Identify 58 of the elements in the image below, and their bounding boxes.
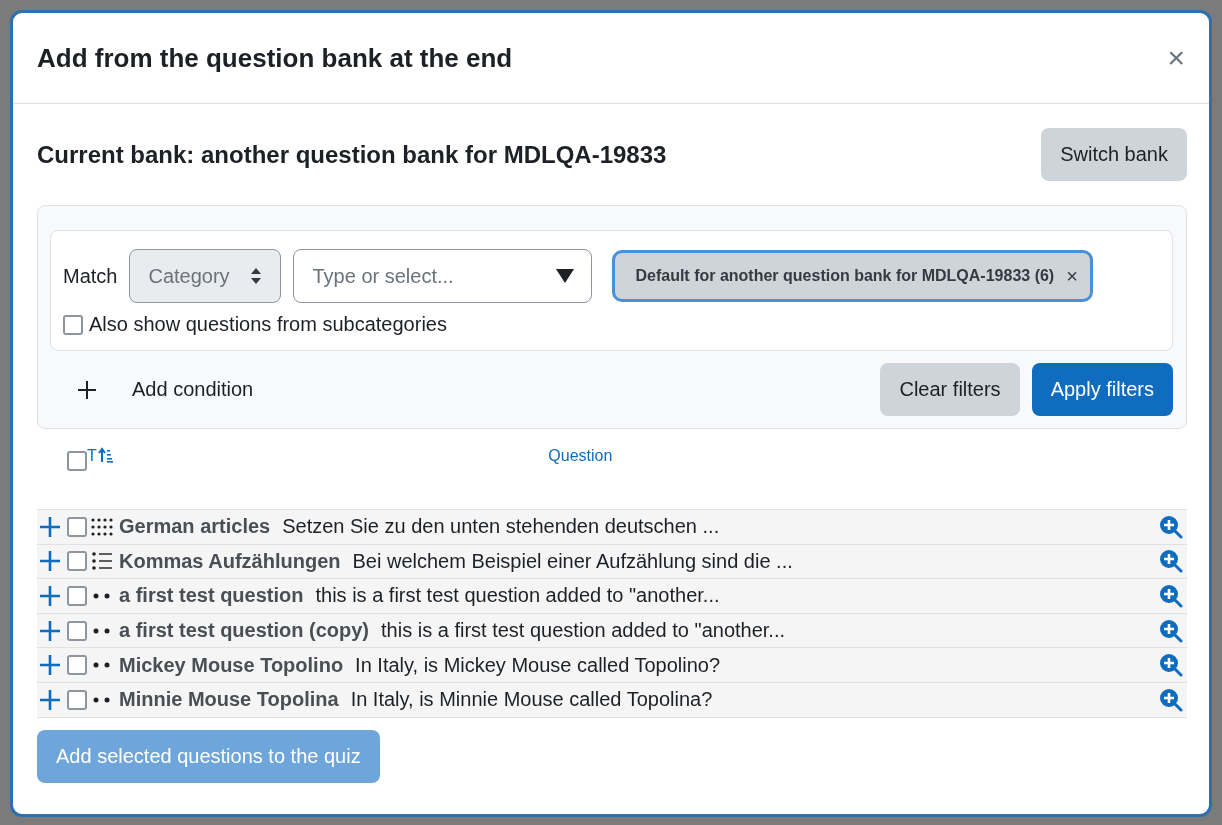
row-checkbox[interactable] xyxy=(67,689,87,710)
preview-button[interactable] xyxy=(1159,653,1183,678)
clear-filters-button[interactable]: Clear filters xyxy=(880,363,1020,416)
question-name: German articles xyxy=(119,515,271,539)
question-text: this is a first test question added to "another... xyxy=(315,584,720,608)
row-checkbox[interactable] xyxy=(67,551,87,572)
question-column-link[interactable]: Question xyxy=(548,447,613,465)
preview-button[interactable] xyxy=(1159,618,1183,643)
preview-button[interactable] xyxy=(1159,687,1183,712)
add-question-button[interactable] xyxy=(39,586,61,606)
switch-bank-button[interactable]: Switch bank xyxy=(1041,128,1187,181)
zoom-in-icon xyxy=(1159,514,1183,539)
zoom-in-icon xyxy=(1159,687,1183,712)
zoom-in-icon xyxy=(1159,653,1183,678)
add-question-button[interactable] xyxy=(39,689,61,710)
add-question-button[interactable] xyxy=(39,516,61,537)
row-checkbox[interactable] xyxy=(67,620,87,641)
question-name: a first test question (copy) xyxy=(119,619,370,643)
zoom-in-icon xyxy=(1159,549,1183,574)
add-question-button[interactable] xyxy=(39,620,61,641)
sort-arrow-icon xyxy=(97,447,114,463)
plus-icon xyxy=(78,380,96,399)
add-question-button[interactable] xyxy=(39,655,61,676)
dropdown-caret-icon xyxy=(556,269,575,283)
checkbox-label: Also show questions from subcategories xyxy=(89,313,447,336)
question-text: Bei welchem Beispiel einer Aufzählung sind die ... xyxy=(352,549,793,573)
close-button[interactable]: × xyxy=(1163,41,1189,75)
question-text: In Italy, is Minnie Mouse called Topolina? xyxy=(350,688,713,712)
row-checkbox[interactable] xyxy=(67,655,87,676)
checkbox[interactable] xyxy=(63,314,83,335)
select-all-checkbox[interactable] xyxy=(67,451,87,471)
question-text: this is a first test question added to "another... xyxy=(381,619,786,643)
zoom-in-icon xyxy=(1159,618,1183,643)
match-label: Match xyxy=(63,264,118,288)
dialog-title: Add from the question bank at the end xyxy=(37,42,513,74)
zoom-in-icon xyxy=(1159,584,1183,608)
question-text: In Italy, is Mickey Mouse called Topolino? xyxy=(355,653,721,677)
add-condition-button[interactable]: Add condition xyxy=(50,378,254,401)
apply-filters-button[interactable]: Apply filters xyxy=(1031,363,1173,416)
search-field[interactable]: Type or select... xyxy=(293,249,593,303)
sort-caret-icon xyxy=(250,267,263,285)
question-name: Mickey Mouse Topolino xyxy=(119,653,344,677)
sort-link[interactable]: T xyxy=(87,447,114,465)
row-checkbox[interactable] xyxy=(67,586,87,606)
preview-button[interactable] xyxy=(1159,549,1183,574)
question-name: a first test question xyxy=(119,584,304,608)
question-name: Kommas Aufzählungen xyxy=(119,549,341,573)
question-name: Minnie Mouse Topolina xyxy=(119,688,339,712)
row-checkbox[interactable] xyxy=(67,516,87,537)
preview-button[interactable] xyxy=(1159,584,1183,608)
bullet-list-icon xyxy=(91,551,113,572)
dotted-grid-icon xyxy=(91,516,113,537)
preview-button[interactable] xyxy=(1159,514,1183,539)
chip-label: Default for another question bank for MDLQA-19833 (6) xyxy=(635,267,1055,285)
add-question-button[interactable] xyxy=(39,551,61,572)
bank-heading: Current bank: another question bank for MDLQA-19833 xyxy=(37,140,667,169)
remove-chip-button[interactable]: × xyxy=(1066,264,1078,288)
question-text: Setzen Sie zu den unten stehenden deutschen ... xyxy=(282,515,720,539)
